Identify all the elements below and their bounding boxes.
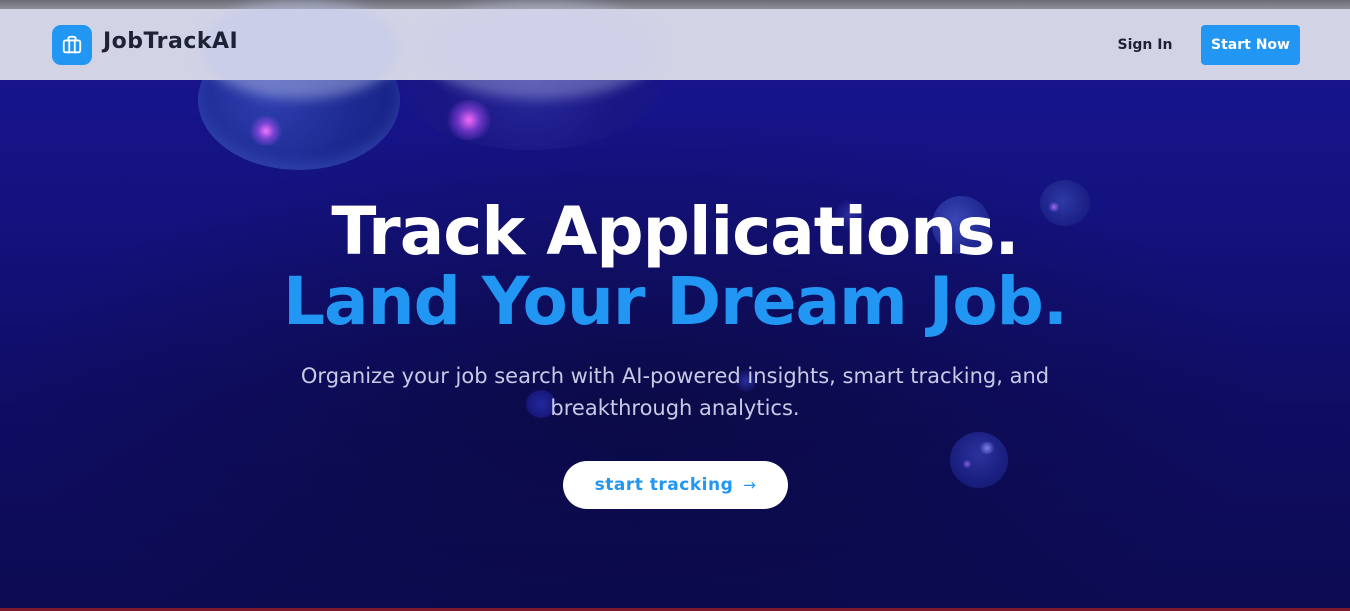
briefcase-icon	[62, 35, 82, 54]
top-navbar: JobTrackAI Sign In Start Now	[0, 0, 1350, 99]
start-tracking-button[interactable]: start tracking →	[563, 461, 788, 509]
decorative-orb	[962, 460, 972, 468]
decorative-orb	[950, 432, 1008, 488]
sign-in-button[interactable]: Sign In	[1104, 33, 1186, 57]
hero-subtitle: Organize your job search with AI-powered…	[300, 364, 1050, 420]
window-top-strip	[0, 0, 1350, 9]
decorative-orb	[978, 442, 996, 454]
arrow-right-icon: →	[743, 476, 757, 494]
hero-section	[0, 80, 1350, 608]
headline-line-1: Track Applications.	[331, 193, 1019, 270]
start-now-button[interactable]: Start Now	[1201, 25, 1300, 65]
decorative-orb	[248, 116, 284, 146]
headline-line-2: Land Your Dream Job.	[283, 263, 1068, 340]
brand-name[interactable]: JobTrackAI	[103, 29, 238, 54]
decorative-orb	[444, 100, 494, 140]
start-tracking-label: start tracking	[594, 475, 734, 495]
logo-badge[interactable]	[52, 25, 92, 65]
decorative-orb	[420, 0, 660, 99]
